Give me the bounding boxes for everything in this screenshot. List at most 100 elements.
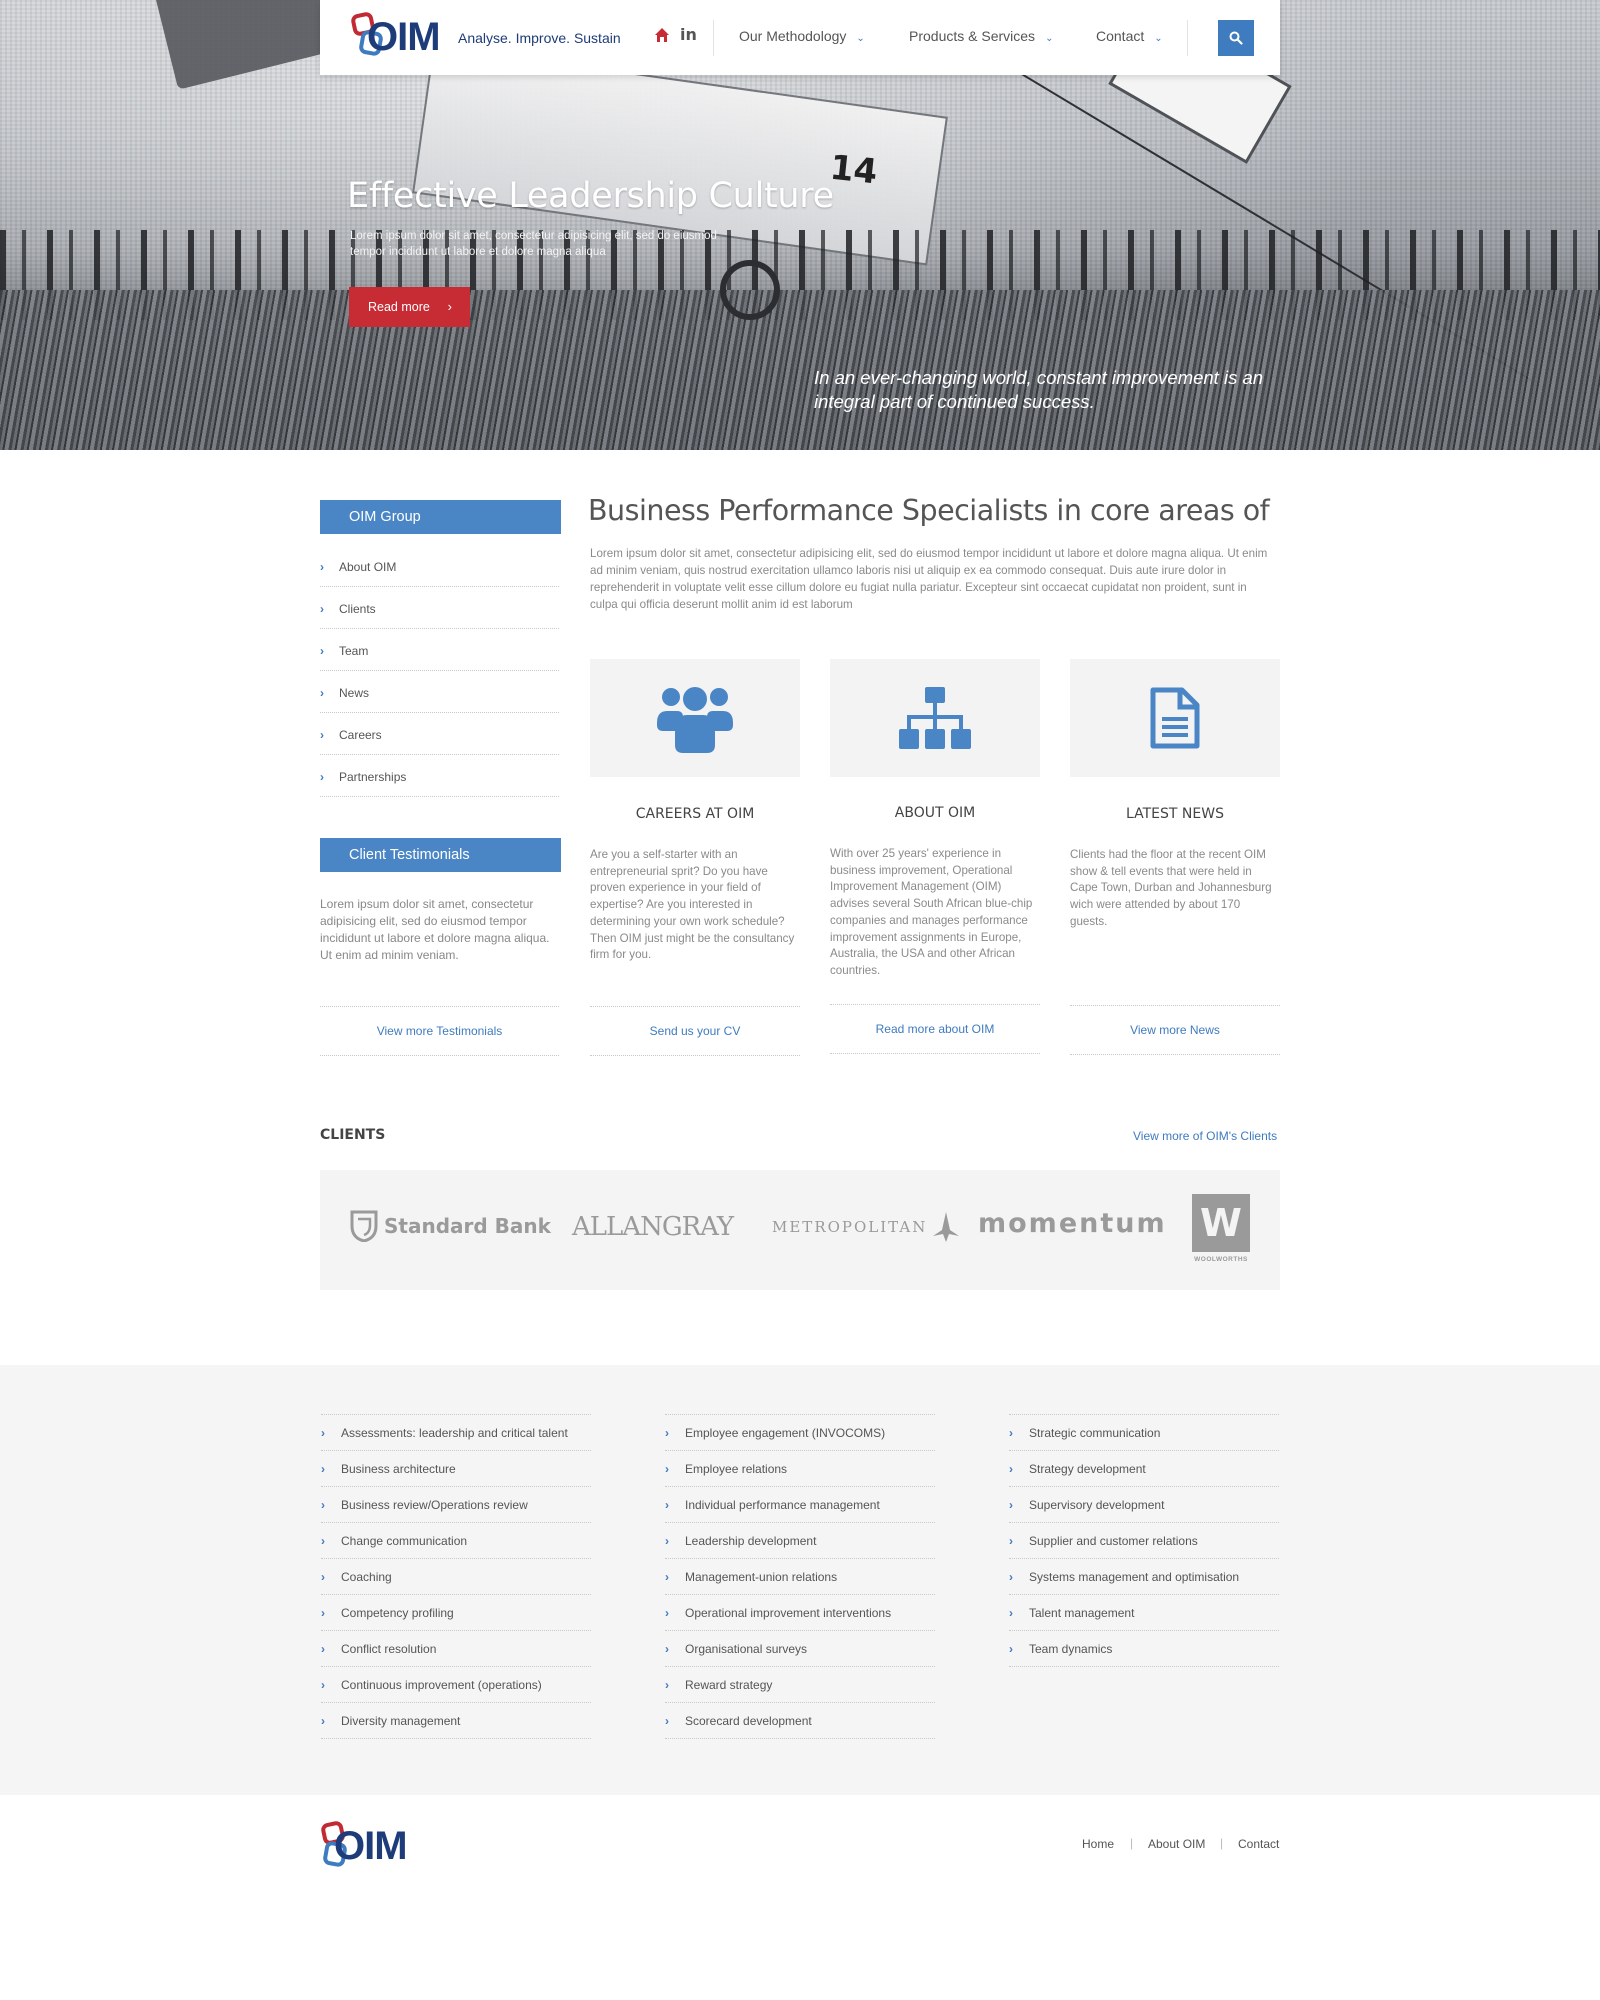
service-item[interactable]: › Continuous improvement (operations) xyxy=(321,1667,591,1703)
header-divider xyxy=(713,20,714,56)
chevron-right-icon: › xyxy=(321,1642,325,1656)
client-logo-label: Standard Bank xyxy=(384,1214,551,1238)
service-item[interactable]: › Employee relations xyxy=(665,1451,935,1487)
nav-contact[interactable]: Contact ⌄ xyxy=(1096,28,1163,44)
service-item[interactable]: › Strategy development xyxy=(1009,1451,1279,1487)
service-item-label: Diversity management xyxy=(341,1714,461,1728)
service-item-label: Supplier and customer relations xyxy=(1029,1534,1198,1548)
service-item[interactable]: › Talent management xyxy=(1009,1595,1279,1631)
sidebar-item-label: Careers xyxy=(339,728,382,742)
chevron-right-icon: › xyxy=(447,299,452,314)
footer-logo[interactable]: OIM xyxy=(319,1818,420,1874)
sidebar-item-label: Team xyxy=(339,644,369,658)
client-logo-metropolitan[interactable]: METROPOLITAN xyxy=(772,1212,960,1242)
nav-label: Our Methodology xyxy=(739,28,847,44)
client-logo-allan-gray[interactable]: ALLANGRAY xyxy=(572,1212,734,1242)
sidebar-item-news[interactable]: › News xyxy=(320,671,559,713)
service-item[interactable]: › Business review/Operations review xyxy=(321,1487,591,1523)
hero-photo-aircraft-number: 14 xyxy=(828,147,880,193)
chevron-right-icon: › xyxy=(665,1426,669,1440)
view-more-clients-link[interactable]: View more of OIM's Clients xyxy=(1133,1129,1277,1143)
hero-read-more-button[interactable]: Read more › xyxy=(349,287,470,327)
service-item[interactable]: › Conflict resolution xyxy=(321,1631,591,1667)
news-card-text: Clients had the floor at the recent OIM … xyxy=(1070,848,1272,928)
chevron-right-icon: › xyxy=(665,1570,669,1584)
service-item[interactable]: › Systems management and optimisation xyxy=(1009,1559,1279,1595)
service-item[interactable]: › Team dynamics xyxy=(1009,1631,1279,1667)
service-item[interactable]: › Change communication xyxy=(321,1523,591,1559)
careers-card-title: CAREERS AT OIM xyxy=(635,806,755,822)
service-item-label: Organisational surveys xyxy=(685,1642,808,1656)
sidebar-item-team[interactable]: › Team xyxy=(320,629,559,671)
service-item-label: Leadership development xyxy=(685,1534,817,1548)
chevron-right-icon: › xyxy=(1009,1426,1013,1440)
testimonials-title: Client Testimonials xyxy=(320,838,561,872)
sidebar-item-clients[interactable]: › Clients xyxy=(320,587,559,629)
service-item[interactable]: › Supplier and customer relations xyxy=(1009,1523,1279,1559)
nav-products-services[interactable]: Products & Services ⌄ xyxy=(909,28,1053,44)
chevron-right-icon: › xyxy=(320,686,324,700)
service-item-label: Strategic communication xyxy=(1029,1426,1161,1440)
service-item[interactable]: › Management-union relations xyxy=(665,1559,935,1595)
chevron-right-icon: › xyxy=(321,1714,325,1728)
news-card-image[interactable] xyxy=(1070,659,1280,777)
view-more-news-link[interactable]: View more News xyxy=(1070,1005,1280,1055)
service-item[interactable]: › Individual performance management xyxy=(665,1487,935,1523)
careers-card-image[interactable] xyxy=(590,659,800,777)
sidebar-menu: › About OIM › Clients › Team › News › Careers… xyxy=(320,545,559,797)
service-item-label: Supervisory development xyxy=(1029,1498,1165,1512)
service-item[interactable]: › Supervisory development xyxy=(1009,1487,1279,1523)
hero-subtitle: Lorem ipsum dolor sit amet, consectetur … xyxy=(350,230,717,258)
linkedin-icon[interactable]: in xyxy=(680,25,697,44)
logo-text: OIM xyxy=(334,1824,408,1868)
sidebar-item-partnerships[interactable]: › Partnerships xyxy=(320,755,559,797)
chevron-right-icon: › xyxy=(665,1714,669,1728)
chevron-right-icon: › xyxy=(321,1426,325,1440)
services-column-2: › Employee engagement (INVOCOMS) › Employee… xyxy=(665,1414,935,1739)
services-column-1: › Assessments: leadership and critical ta… xyxy=(321,1414,591,1739)
client-logo-woolworths[interactable]: W WOOLWORTHS xyxy=(1192,1194,1250,1268)
service-item[interactable]: › Strategic communication xyxy=(1009,1415,1279,1451)
service-item[interactable]: › Leadership development xyxy=(665,1523,935,1559)
service-item[interactable]: › Business architecture xyxy=(321,1451,591,1487)
header-logo[interactable]: OIM xyxy=(349,10,448,65)
send-cv-link[interactable]: Send us your CV xyxy=(590,1006,800,1056)
read-more-about-link[interactable]: Read more about OIM xyxy=(830,1004,1040,1054)
sidebar-item-about-oim[interactable]: › About OIM xyxy=(320,545,559,587)
chevron-down-icon: ⌄ xyxy=(856,33,865,44)
search-button[interactable] xyxy=(1218,20,1254,56)
service-item[interactable]: › Diversity management xyxy=(321,1703,591,1739)
home-icon[interactable] xyxy=(654,27,670,43)
sidebar-item-label: About OIM xyxy=(339,560,397,574)
client-logo-momentum[interactable]: momentum xyxy=(978,1208,1167,1239)
service-item-label: Business review/Operations review xyxy=(341,1498,528,1512)
chevron-right-icon: › xyxy=(320,728,324,742)
chevron-down-icon: ⌄ xyxy=(1045,33,1054,44)
service-item[interactable]: › Employee engagement (INVOCOMS) xyxy=(665,1415,935,1451)
view-more-testimonials-link[interactable]: View more Testimonials xyxy=(320,1006,559,1056)
footer-link-about[interactable]: About OIM xyxy=(1148,1837,1205,1851)
service-item[interactable]: › Competency profiling xyxy=(321,1595,591,1631)
service-item-label: Business architecture xyxy=(341,1462,456,1476)
woolworths-wordmark: WOOLWORTHS xyxy=(1194,1256,1248,1263)
client-logo-standard-bank[interactable]: Standard Bank xyxy=(350,1210,551,1242)
chevron-right-icon: › xyxy=(320,602,324,616)
chevron-right-icon: › xyxy=(1009,1498,1013,1512)
service-item[interactable]: › Coaching xyxy=(321,1559,591,1595)
about-card-image[interactable] xyxy=(830,659,1040,777)
footer-link-contact[interactable]: Contact xyxy=(1238,1837,1279,1851)
service-item[interactable]: › Reward strategy xyxy=(665,1667,935,1703)
service-item[interactable]: › Operational improvement interventions xyxy=(665,1595,935,1631)
service-item-label: Coaching xyxy=(341,1570,392,1584)
service-item[interactable]: › Scorecard development xyxy=(665,1703,935,1739)
site-header: OIM Analyse. Improve. Sustain in Our Met… xyxy=(320,0,1280,75)
sidebar-item-label: Clients xyxy=(339,602,376,616)
careers-card-text: Are you a self-starter with an entrepren… xyxy=(590,848,795,962)
sidebar-item-careers[interactable]: › Careers xyxy=(320,713,559,755)
nav-our-methodology[interactable]: Our Methodology ⌄ xyxy=(739,28,865,44)
header-tagline: Analyse. Improve. Sustain xyxy=(458,30,621,46)
footer-link-home[interactable]: Home xyxy=(1082,1837,1114,1851)
service-item[interactable]: › Organisational surveys xyxy=(665,1631,935,1667)
clients-title: CLIENTS xyxy=(320,1127,386,1143)
service-item[interactable]: › Assessments: leadership and critical ta… xyxy=(321,1415,591,1451)
